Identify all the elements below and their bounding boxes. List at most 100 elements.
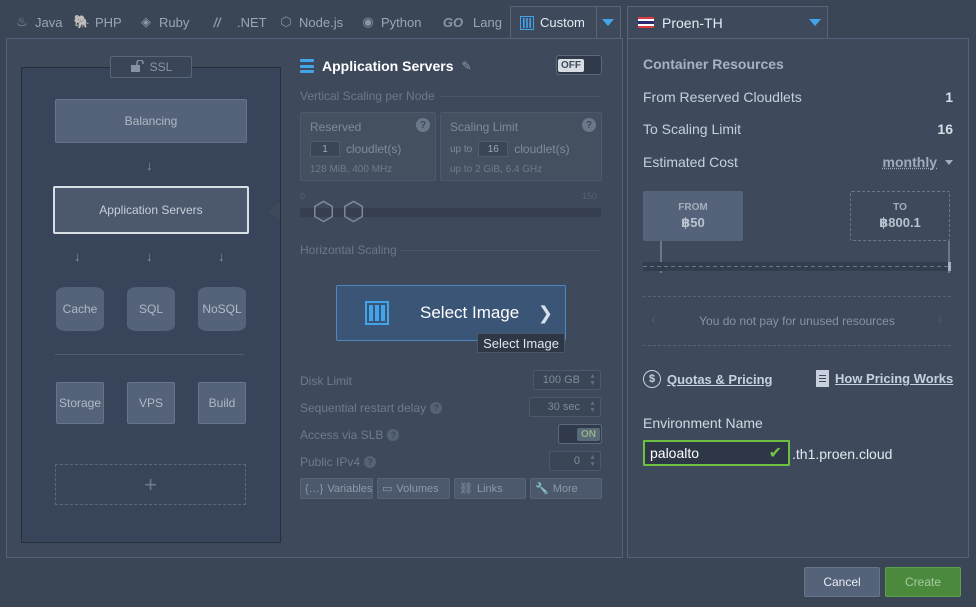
- region-selector[interactable]: Proen-TH: [627, 6, 828, 38]
- config-title: Application Servers: [322, 58, 454, 74]
- nosql-node[interactable]: NoSQL: [198, 287, 246, 331]
- tab-custom[interactable]: Custom: [510, 6, 621, 38]
- help-icon[interactable]: ?: [387, 429, 400, 441]
- tab-nodejs[interactable]: ⬡ Node.js: [278, 6, 343, 38]
- tab-ruby[interactable]: ◈ Ruby: [138, 6, 189, 38]
- scaling-limit-input[interactable]: 16: [478, 141, 509, 157]
- reserved-cloudlets-row: From Reserved Cloudlets 1: [643, 89, 953, 105]
- chevron-right-icon[interactable]: ›: [938, 311, 943, 329]
- thailand-flag-icon: [638, 17, 654, 28]
- help-icon[interactable]: ?: [416, 118, 430, 132]
- tab-go[interactable]: GO Lang: [438, 6, 502, 38]
- scaling-limit-box: Scaling Limit ? up to 16 cloudlet(s) up …: [440, 112, 602, 181]
- create-button[interactable]: Create: [885, 567, 961, 597]
- slider-min-label: 0: [300, 191, 306, 201]
- dollar-icon: $: [643, 370, 661, 388]
- tab-bar: ♨ Java 🐘 PHP ◈ Ruby // .NET ⬡ Node.js ◉ …: [6, 6, 623, 38]
- help-icon[interactable]: ?: [364, 456, 377, 468]
- go-icon: GO: [442, 14, 464, 30]
- python-icon: ◉: [362, 14, 374, 29]
- restart-delay-field[interactable]: 30 sec ▲ ▼: [529, 397, 601, 417]
- period-dropdown[interactable]: monthly: [883, 154, 953, 170]
- volumes-button[interactable]: ▭ Volumes: [377, 478, 450, 499]
- sql-node[interactable]: SQL: [127, 287, 175, 331]
- price-from-box: FROM ฿50: [643, 191, 743, 241]
- nodejs-icon: ⬡: [280, 14, 292, 29]
- php-icon: 🐘: [73, 14, 91, 29]
- help-icon[interactable]: ?: [582, 118, 596, 132]
- storage-node[interactable]: Storage: [56, 382, 104, 424]
- build-node[interactable]: Build: [198, 382, 246, 424]
- chevron-down-icon: [602, 19, 615, 26]
- estimated-cost-row: Estimated Cost monthly: [643, 154, 953, 170]
- add-node-button[interactable]: +: [55, 464, 246, 505]
- scaling-limit-row: To Scaling Limit 16: [643, 121, 953, 137]
- tab-dropdown-button[interactable]: [595, 7, 620, 38]
- region-dropdown-button[interactable]: [803, 7, 827, 38]
- columns-icon: [519, 15, 535, 31]
- chevron-down-icon: [809, 19, 821, 26]
- stack-icon: [300, 59, 314, 73]
- arrow-down-icon: ↓: [146, 158, 153, 173]
- stepper-icon[interactable]: ▲ ▼: [589, 454, 596, 468]
- tab-php[interactable]: 🐘 PHP: [74, 6, 122, 38]
- stepper-icon[interactable]: ▲ ▼: [589, 373, 596, 387]
- checkmark-icon: ✔: [768, 445, 782, 462]
- ssl-toggle[interactable]: SSL: [110, 56, 192, 78]
- columns-icon: [365, 301, 389, 325]
- java-icon: ♨: [16, 14, 28, 29]
- folder-icon: ▭: [382, 483, 393, 495]
- disk-limit-field[interactable]: 100 GB ▲ ▼: [533, 370, 601, 390]
- domain-suffix: .th1.proen.cloud: [792, 446, 893, 462]
- divider: [440, 96, 601, 97]
- divider: [55, 354, 244, 355]
- cache-node[interactable]: Cache: [56, 287, 104, 331]
- unused-resources-note: ‹ You do not pay for unused resources ›: [643, 296, 951, 346]
- disk-limit-label: Disk Limit: [300, 374, 353, 388]
- tab-dotnet[interactable]: // .NET: [202, 6, 266, 38]
- cancel-button[interactable]: Cancel: [804, 567, 880, 597]
- price-range-bar: [643, 262, 951, 271]
- environment-name-label: Environment Name: [643, 415, 763, 431]
- resources-title: Container Resources: [643, 56, 784, 72]
- chevron-left-icon[interactable]: ‹: [651, 311, 656, 329]
- slb-label: Access via SLB ?: [300, 428, 400, 442]
- balancing-node[interactable]: Balancing: [55, 99, 247, 143]
- more-button[interactable]: 🔧 More: [530, 478, 602, 499]
- chevron-right-icon: ❯: [537, 302, 553, 323]
- reserved-slider-handle[interactable]: ⬡: [310, 198, 337, 225]
- pencil-icon[interactable]: ✎: [462, 59, 472, 73]
- quotas-pricing-link[interactable]: $ Quotas & Pricing: [643, 370, 772, 388]
- tab-python[interactable]: ◉ Python: [360, 6, 421, 38]
- environment-name-input[interactable]: paloalto ✔: [643, 440, 790, 466]
- selection-pointer: [268, 202, 280, 220]
- braces-icon: {…}: [305, 482, 324, 495]
- select-image-tooltip: Select Image: [477, 333, 565, 353]
- ipv4-field[interactable]: 0 ▲ ▼: [549, 451, 601, 471]
- link-icon: ⛓: [459, 483, 473, 495]
- reserved-cloudlets-input[interactable]: 1: [310, 141, 340, 157]
- app-server-toggle[interactable]: OFF: [556, 55, 602, 75]
- ipv4-label: Public IPv4 ?: [300, 455, 377, 469]
- vps-node[interactable]: VPS: [127, 382, 175, 424]
- tab-java[interactable]: ♨ Java: [14, 6, 62, 38]
- application-servers-node[interactable]: Application Servers: [53, 186, 249, 234]
- wrench-icon: 🔧: [535, 483, 549, 495]
- dotnet-icon: //: [213, 14, 221, 30]
- chevron-down-icon: [945, 159, 953, 165]
- stepper-icon[interactable]: ▲ ▼: [589, 400, 596, 414]
- lock-icon: [130, 58, 144, 75]
- divider: [400, 250, 601, 251]
- arrow-down-icon: ↓: [146, 249, 153, 264]
- document-icon: [816, 370, 829, 387]
- help-icon[interactable]: ?: [430, 402, 443, 414]
- limit-slider-handle[interactable]: ⬡: [340, 198, 367, 225]
- variables-button[interactable]: {…} Variables: [300, 478, 373, 499]
- horizontal-scaling-label: Horizontal Scaling: [300, 243, 397, 257]
- how-pricing-works-link[interactable]: How Pricing Works: [816, 370, 953, 387]
- plus-icon: +: [144, 471, 157, 497]
- config-header: Application Servers ✎: [300, 58, 472, 74]
- links-button[interactable]: ⛓ Links: [454, 478, 526, 499]
- arrow-down-icon: ↓: [218, 249, 225, 264]
- slb-toggle[interactable]: ON: [558, 424, 602, 444]
